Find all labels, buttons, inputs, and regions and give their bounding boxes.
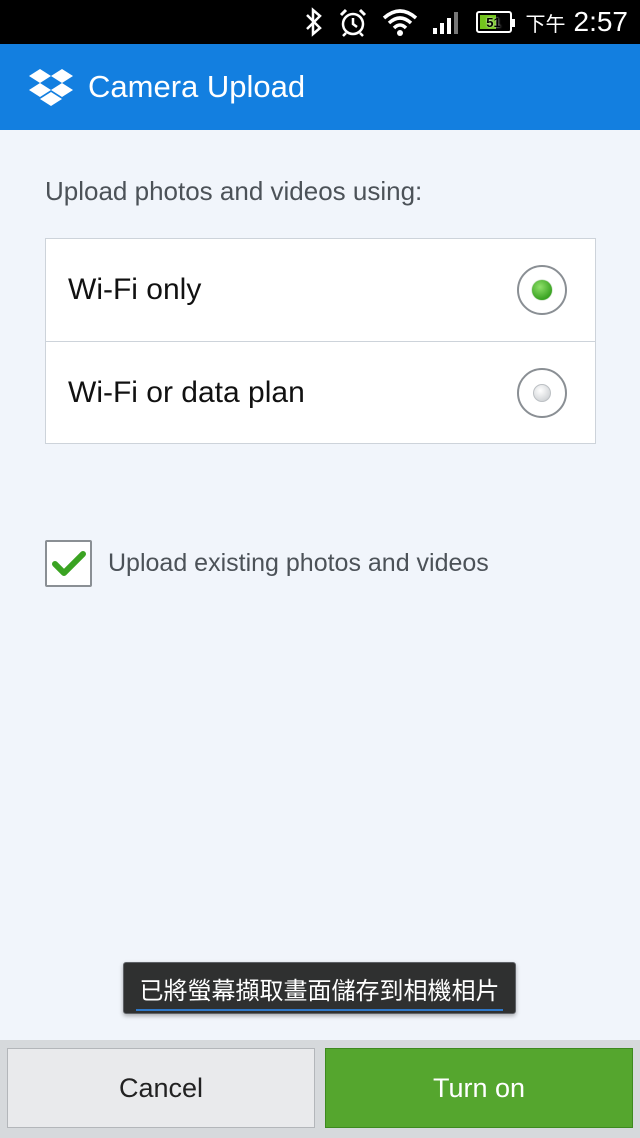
connection-options: Wi-Fi only Wi-Fi or data plan <box>45 238 596 444</box>
checkmark-icon <box>51 550 86 576</box>
radio-unselected[interactable] <box>517 367 567 418</box>
signal-icon <box>432 9 462 35</box>
status-bar: 51 下午 2:57 <box>0 0 640 44</box>
dropbox-logo-icon[interactable] <box>28 67 74 107</box>
option-wifi-only[interactable]: Wi-Fi only <box>46 239 595 341</box>
status-ampm: 下午 <box>525 12 566 36</box>
option-label: Wi-Fi only <box>68 273 202 306</box>
app-bar: Camera Upload <box>0 44 640 130</box>
cancel-button[interactable]: Cancel <box>7 1048 315 1128</box>
option-label: Wi-Fi or data plan <box>68 375 305 409</box>
battery-icon: 51 <box>475 11 515 33</box>
upload-existing-label: Upload existing photos and videos <box>108 549 489 577</box>
toast-message: 已將螢幕擷取畫面儲存到相機相片 <box>123 962 516 1014</box>
status-time: 2:57 <box>573 6 629 37</box>
option-wifi-or-data[interactable]: Wi-Fi or data plan <box>46 341 595 443</box>
upload-existing-row[interactable]: Upload existing photos and videos <box>45 540 489 587</box>
button-bar: Cancel Turn on <box>0 1040 640 1138</box>
turn-on-button[interactable]: Turn on <box>325 1048 633 1128</box>
upload-existing-checkbox[interactable] <box>45 540 92 587</box>
wifi-icon <box>382 8 418 36</box>
app-title: Camera Upload <box>88 69 306 104</box>
bluetooth-icon <box>304 7 324 37</box>
battery-level: 51 <box>486 14 501 30</box>
upload-prompt: Upload photos and videos using: <box>45 176 423 206</box>
alarm-icon <box>338 7 368 37</box>
radio-selected[interactable] <box>517 265 567 315</box>
